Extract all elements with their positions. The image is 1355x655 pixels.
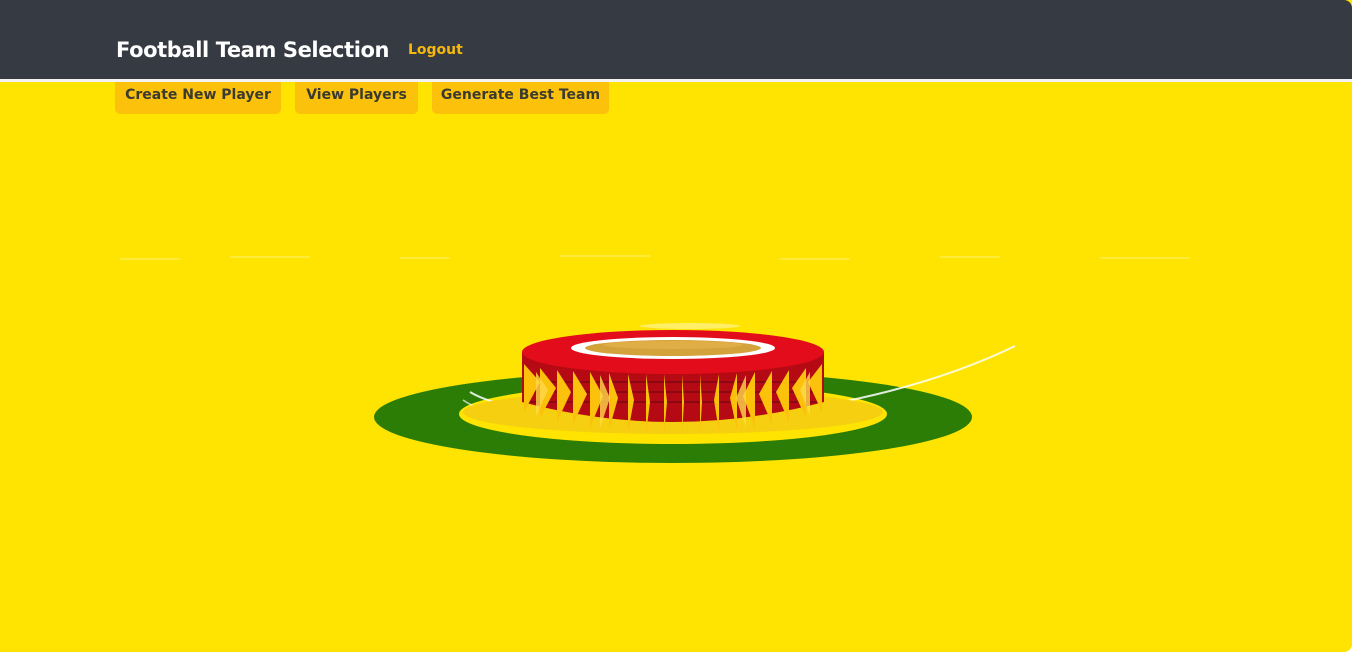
stadium-illustration [120, 255, 1190, 463]
app-title[interactable]: Football Team Selection [116, 36, 390, 64]
hero-banner [0, 82, 1352, 652]
view-players-button[interactable]: View Players [295, 82, 418, 114]
generate-best-team-button[interactable]: Generate Best Team [432, 82, 609, 114]
horizon-streaks [120, 255, 1190, 260]
create-new-player-button[interactable]: Create New Player [115, 82, 281, 114]
top-navbar: Football Team Selection Logout [0, 0, 1352, 82]
app-window: Football Team Selection Logout Create Ne… [0, 0, 1352, 652]
logout-link[interactable]: Logout [408, 41, 463, 59]
